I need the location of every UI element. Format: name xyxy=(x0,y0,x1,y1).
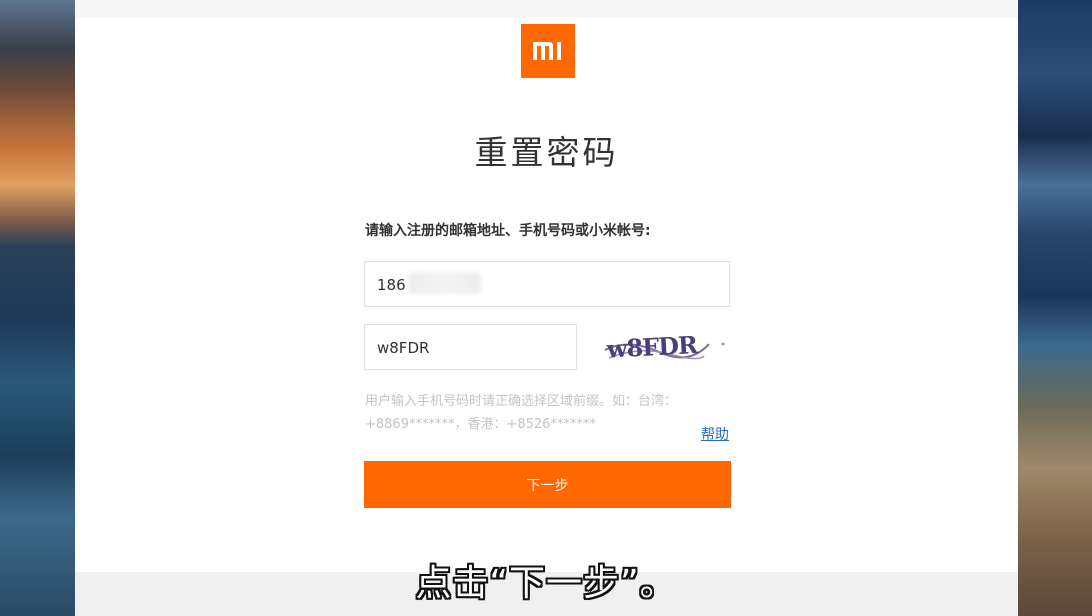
captcha-image-text: w8FDR xyxy=(605,330,700,364)
account-prompt-label: 请输入注册的邮箱地址、手机号码或小米帐号: xyxy=(365,223,651,239)
mi-logo[interactable] xyxy=(521,24,575,78)
account-input[interactable]: 186 xyxy=(364,261,730,307)
page-title: 重置密码 xyxy=(474,133,619,172)
reset-password-page: 重置密码 请输入注册的邮箱地址、手机号码或小米帐号: 186 w8FDR w8F… xyxy=(75,0,1018,616)
captcha-input-value: w8FDR xyxy=(377,339,430,357)
help-link[interactable]: 帮助 xyxy=(701,424,729,444)
redacted-digits xyxy=(409,272,481,294)
captcha-input[interactable]: w8FDR xyxy=(364,324,577,370)
page-top-strip xyxy=(75,0,1018,18)
video-subtitle: 点击“下一步”。 xyxy=(415,563,677,604)
desktop-wallpaper-left xyxy=(0,0,75,616)
account-input-value: 186 xyxy=(377,276,406,294)
captcha-image[interactable]: w8FDR xyxy=(599,324,739,370)
desktop-wallpaper-right xyxy=(1018,0,1092,616)
next-step-button[interactable]: 下一步 xyxy=(364,461,731,508)
mi-logo-icon xyxy=(533,42,561,60)
area-prefix-hint: 用户输入手机号码时请正确选择区域前缀。如：台湾：+8869*******，香港：… xyxy=(365,394,678,432)
next-step-button-label: 下一步 xyxy=(526,477,569,494)
